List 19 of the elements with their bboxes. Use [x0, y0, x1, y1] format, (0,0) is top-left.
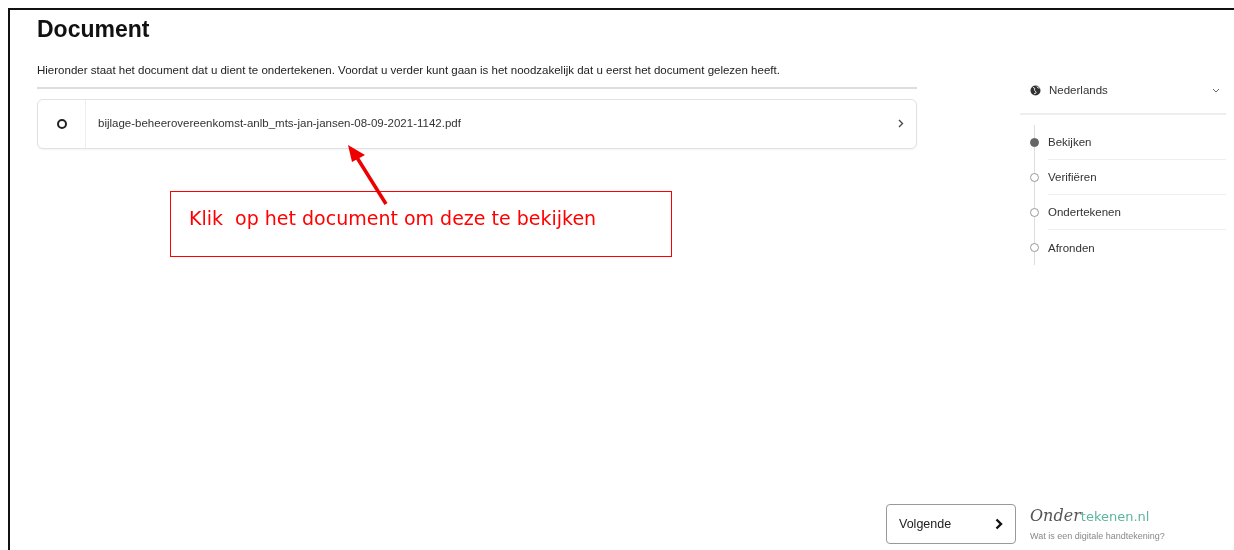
- step-label: Ondertekenen: [1048, 195, 1226, 231]
- chevron-down-icon: [1212, 88, 1220, 94]
- circle-icon: [56, 118, 67, 129]
- callout-box: Klik op het document om deze te bekijken: [170, 190, 672, 257]
- chevron-right-icon: [898, 119, 904, 129]
- step-label: Verifiëren: [1048, 160, 1226, 196]
- step-label: Bekijken: [1048, 125, 1226, 161]
- help-link[interactable]: Wat is een digitale handtekening?: [1030, 530, 1165, 544]
- chevron-right-icon: [995, 518, 1003, 530]
- document-name: bijlage-beheerovereenkomst-anlb_mts-jan-jansen-08-09-2021-1142.pdf: [97, 116, 462, 132]
- globe-icon: [1030, 85, 1041, 97]
- step-label: Afronden: [1048, 240, 1096, 256]
- logo: Ondertekenen.nl: [1030, 505, 1151, 527]
- arrow: [348, 145, 388, 205]
- language-selector[interactable]: Nederlands: [1020, 82, 1226, 116]
- next-button[interactable]: Volgende: [886, 504, 1016, 544]
- page-title: Document: [37, 16, 151, 44]
- document-item[interactable]: bijlage-beheerovereenkomst-anlb_mts-jan-jansen-08-09-2021-1142.pdf: [37, 98, 917, 149]
- intro-text: Hieronder staat het document dat u dient te ondertekenen. Voordat u verder kunt gaan is het noodzakelijk dat u eerst het document gelezen heeft.: [37, 61, 917, 89]
